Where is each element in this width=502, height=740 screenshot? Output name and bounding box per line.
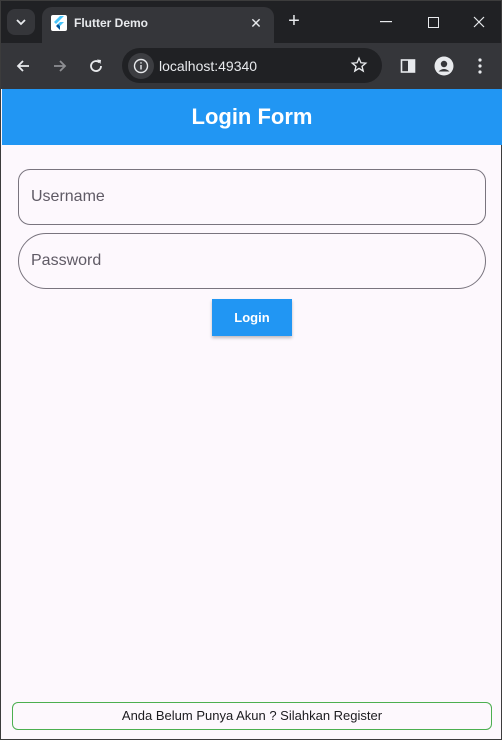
app-bar: Login Form xyxy=(2,89,502,145)
tab-strip: Flutter Demo ✕ + xyxy=(1,1,501,43)
forward-arrow-icon[interactable] xyxy=(47,53,73,79)
register-link[interactable]: Anda Belum Punya Akun ? Silahkan Registe… xyxy=(12,702,492,730)
plus-icon[interactable]: + xyxy=(283,11,305,33)
back-arrow-icon[interactable] xyxy=(10,53,36,79)
menu-icon[interactable] xyxy=(467,53,493,79)
username-input[interactable] xyxy=(19,170,485,224)
star-icon[interactable] xyxy=(350,56,368,79)
url-text[interactable]: localhost:49340 xyxy=(159,58,257,74)
close-window-icon[interactable] xyxy=(464,9,494,35)
side-panel-icon[interactable] xyxy=(395,53,421,79)
browser-window: Flutter Demo ✕ + localhost:49340 Login F… xyxy=(0,0,502,740)
flutter-icon xyxy=(51,15,67,31)
reload-icon[interactable] xyxy=(83,53,109,79)
tab-search-icon[interactable] xyxy=(7,9,35,35)
info-icon[interactable] xyxy=(128,53,154,79)
browser-toolbar: localhost:49340 xyxy=(1,43,501,89)
password-field[interactable] xyxy=(18,233,486,289)
password-input[interactable] xyxy=(19,234,485,288)
tab-title: Flutter Demo xyxy=(74,16,149,30)
profile-icon[interactable] xyxy=(431,53,457,79)
login-button[interactable]: Login xyxy=(212,299,292,336)
address-bar[interactable]: localhost:49340 xyxy=(122,48,382,83)
username-field[interactable] xyxy=(18,169,486,225)
close-icon[interactable]: ✕ xyxy=(246,13,266,33)
maximize-icon[interactable] xyxy=(418,9,448,35)
minimize-icon[interactable] xyxy=(371,9,401,35)
browser-tab[interactable]: Flutter Demo ✕ xyxy=(42,7,274,43)
page-title: Login Form xyxy=(191,104,313,129)
